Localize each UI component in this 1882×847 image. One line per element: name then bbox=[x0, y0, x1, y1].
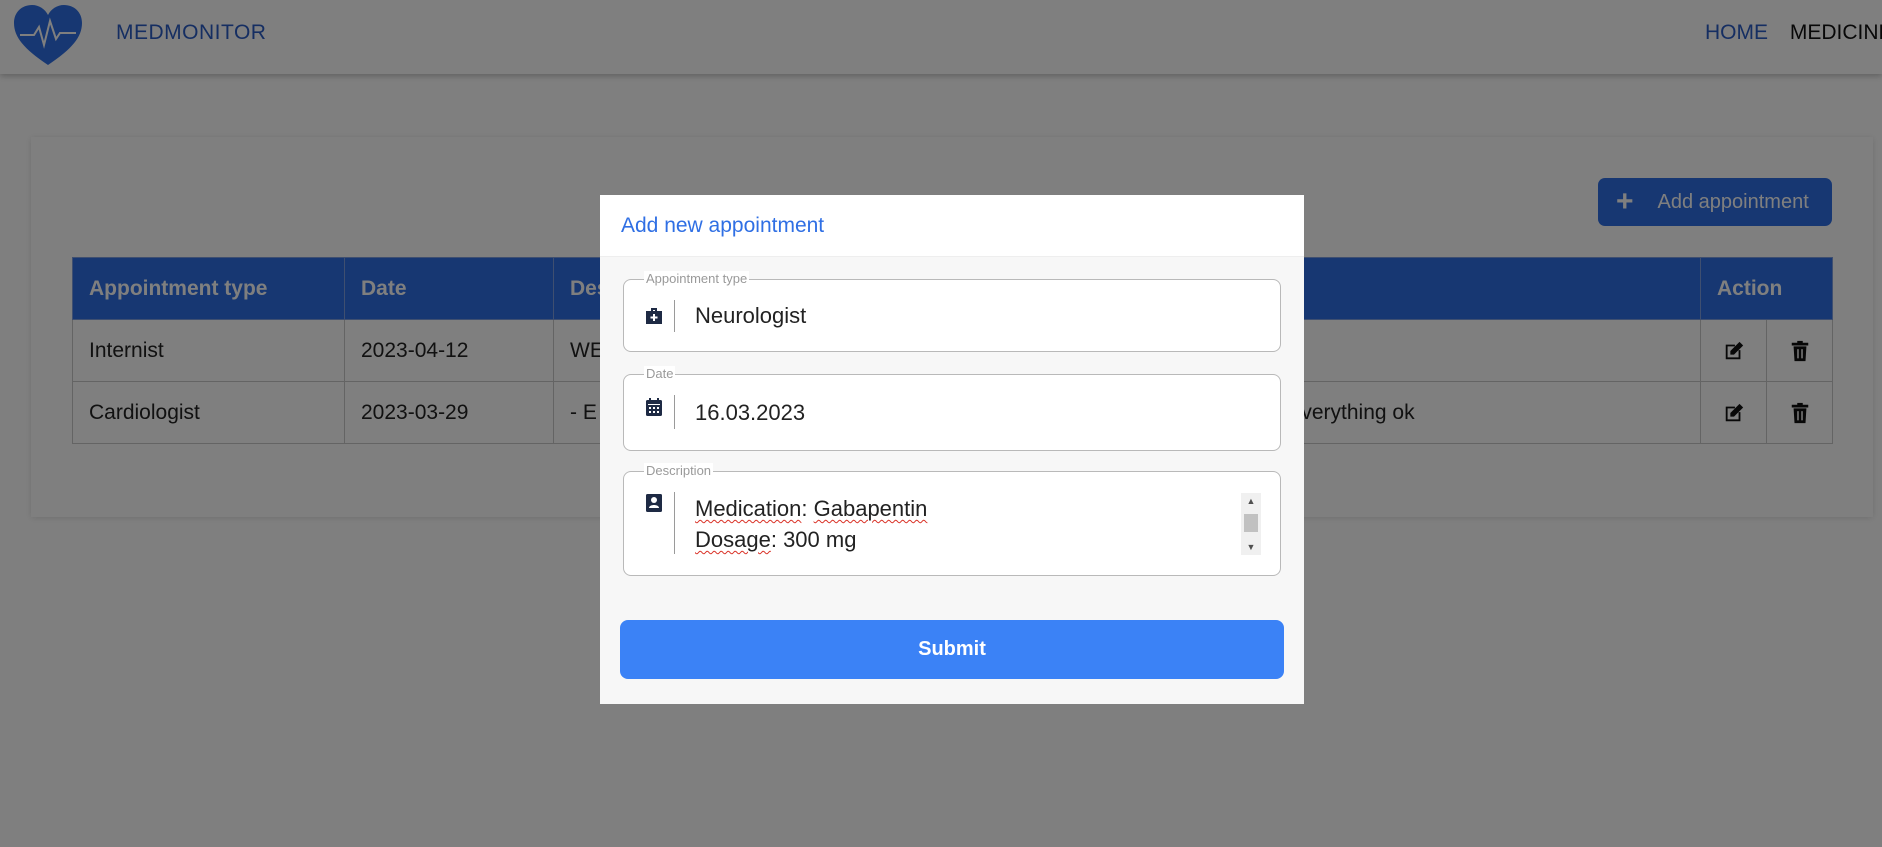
field-separator bbox=[674, 492, 675, 554]
contact-book-icon bbox=[646, 494, 662, 512]
description-field[interactable]: Description Medication: Gabapentin Dosag… bbox=[623, 463, 1281, 576]
date-field[interactable]: Date 16.03.2023 bbox=[623, 366, 1281, 451]
scroll-up-arrow-icon[interactable]: ▲ bbox=[1241, 494, 1261, 508]
description-scrollbar[interactable]: ▲ ▼ bbox=[1241, 493, 1261, 555]
description-word: Gabapentin bbox=[813, 496, 928, 521]
field-separator bbox=[674, 395, 675, 429]
submit-button[interactable]: Submit bbox=[620, 620, 1284, 679]
appointment-type-field[interactable]: Appointment type Neurologist bbox=[623, 271, 1281, 352]
scroll-thumb[interactable] bbox=[1244, 514, 1258, 532]
add-appointment-modal: Add new appointment Appointment type Neu… bbox=[600, 195, 1304, 704]
description-text: : 300 mg bbox=[770, 527, 857, 552]
scroll-down-arrow-icon[interactable]: ▼ bbox=[1241, 540, 1261, 554]
modal-title: Add new appointment bbox=[621, 213, 825, 237]
description-text: : bbox=[801, 496, 814, 521]
description-word: Medication bbox=[695, 496, 802, 521]
calendar-icon bbox=[646, 398, 662, 416]
date-input[interactable]: 16.03.2023 bbox=[695, 400, 805, 426]
modal-body: Appointment type Neurologist Date 16.03.… bbox=[600, 257, 1304, 704]
description-line: Medication: Gabapentin bbox=[695, 493, 927, 524]
description-textarea[interactable]: Medication: Gabapentin Dosage: 300 mg bbox=[695, 493, 927, 555]
field-separator bbox=[674, 300, 675, 332]
description-word: Dosage bbox=[695, 527, 771, 552]
description-legend: Description bbox=[644, 463, 714, 479]
appointment-type-input[interactable]: Neurologist bbox=[695, 303, 806, 329]
modal-header: Add new appointment bbox=[600, 195, 1304, 257]
description-line: Dosage: 300 mg bbox=[695, 524, 927, 555]
appointment-type-legend: Appointment type bbox=[644, 271, 750, 287]
medical-kit-icon bbox=[646, 308, 662, 324]
date-legend: Date bbox=[644, 366, 676, 382]
